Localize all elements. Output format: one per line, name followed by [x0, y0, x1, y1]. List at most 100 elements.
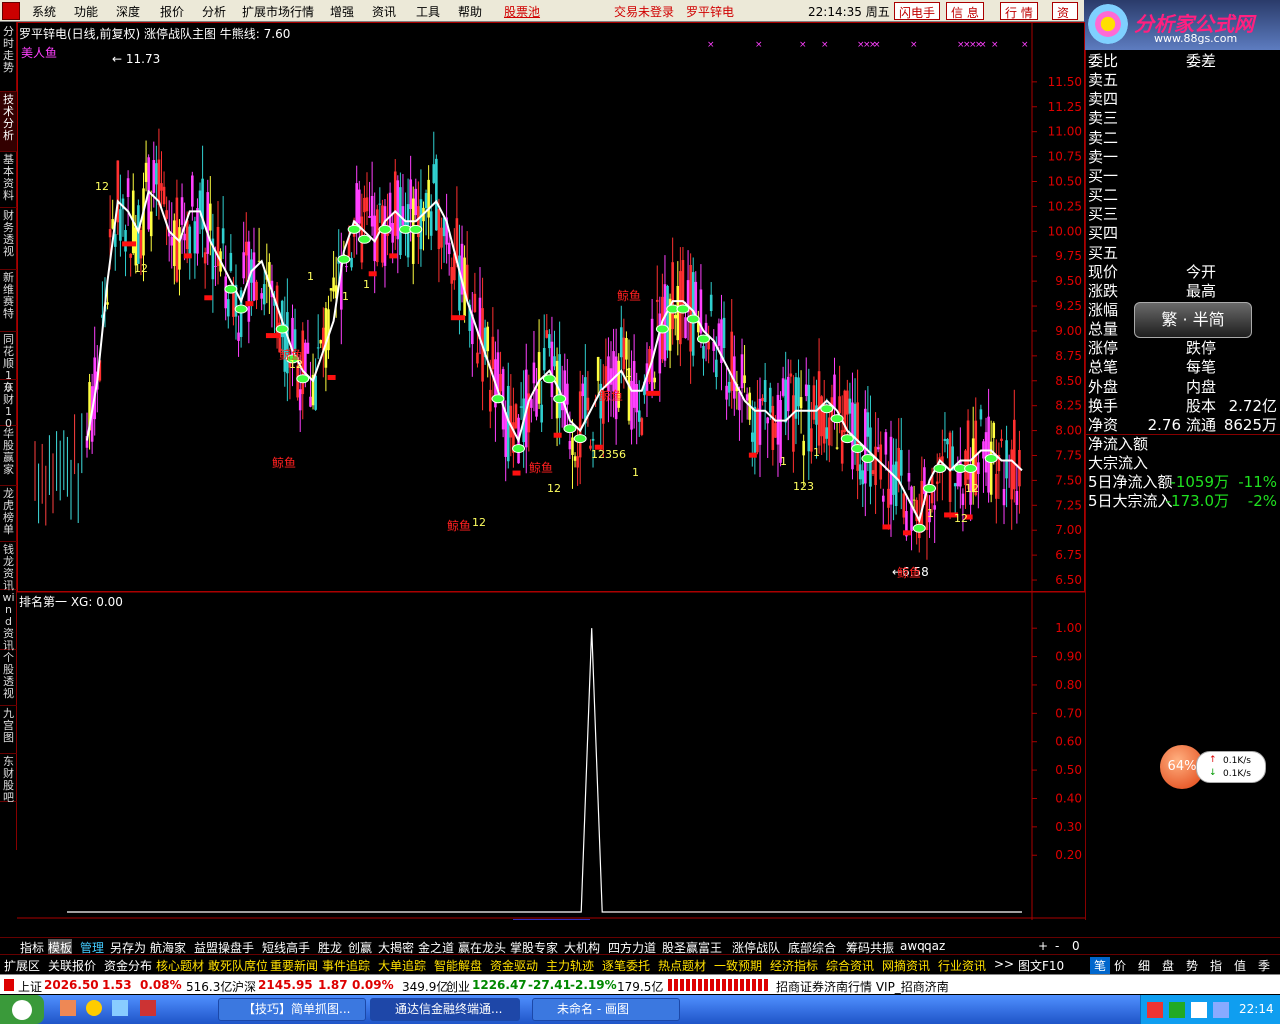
ext-tab-13[interactable]: 一致预期 — [714, 957, 762, 974]
taskbar-item-tips[interactable]: 【技巧】简单抓图... — [218, 998, 366, 1021]
ext-tab-18[interactable]: >> — [994, 957, 1014, 971]
menu-depth[interactable]: 深度 — [116, 3, 140, 20]
menu-function[interactable]: 功能 — [74, 3, 98, 20]
app-icon[interactable] — [140, 1000, 156, 1016]
right-view-tab-7[interactable]: 季 — [1258, 957, 1270, 974]
menu-tools[interactable]: 工具 — [416, 3, 440, 20]
tray-network-icon[interactable] — [1191, 1002, 1207, 1018]
indicator-tab-19[interactable]: awq — [900, 939, 925, 953]
right-view-tab-0[interactable]: 笔 — [1090, 957, 1111, 974]
left-tab-12[interactable]: 九宫图 — [0, 706, 17, 754]
quote-row: 涨跌 最高 — [1088, 282, 1279, 301]
signal-number-label: 12 — [134, 262, 148, 275]
market-button[interactable]: 行 情 — [1000, 2, 1038, 20]
flash-trade-button[interactable]: 闪电手 — [894, 2, 941, 20]
ext-tab-19[interactable]: 图文F10 — [1018, 957, 1064, 974]
qq-icon[interactable] — [86, 1000, 102, 1016]
right-view-tab-1[interactable]: 价 — [1114, 957, 1126, 974]
candle-body — [440, 227, 443, 248]
zoom-tab-2[interactable]: 0 — [1072, 939, 1080, 953]
ext-tab-17[interactable]: 行业资讯 — [938, 957, 986, 974]
ext-tab-16[interactable]: 网摘资讯 — [882, 957, 930, 974]
left-tab-10[interactable]: wind资讯 — [0, 590, 17, 652]
price-tick-label: 7.00 — [1055, 523, 1082, 537]
left-tab-2[interactable]: 基本资料 — [0, 152, 17, 208]
ext-tab-4[interactable]: 敢死队席位 — [208, 957, 268, 974]
ext-tab-0[interactable]: 扩展区 — [4, 957, 40, 974]
taskbar-item-paint[interactable]: 未命名 - 画图 — [532, 998, 680, 1021]
left-tab-1[interactable]: 技术分析 — [0, 92, 17, 152]
news-button[interactable]: 资 — [1052, 2, 1078, 20]
left-tab-3[interactable]: 财务透视 — [0, 208, 17, 270]
right-view-tab-5[interactable]: 指 — [1210, 957, 1222, 974]
tray-shield-icon[interactable] — [1169, 1002, 1185, 1018]
zoom-tab-0[interactable]: + — [1038, 939, 1048, 953]
hs-percent: 0.09% — [352, 978, 394, 992]
browser-icon[interactable] — [60, 1000, 76, 1016]
cy-label[interactable]: 创业 — [446, 978, 470, 995]
left-tab-0[interactable]: 分时走势 — [0, 24, 17, 92]
price-chart[interactable]: 11.5011.2511.0010.7510.5010.2510.009.759… — [17, 22, 1085, 920]
candle-body — [740, 354, 744, 389]
menu-help[interactable]: 帮助 — [458, 3, 482, 20]
candle-body — [144, 162, 148, 182]
menu-analysis[interactable]: 分析 — [202, 3, 226, 20]
ext-tab-9[interactable]: 资金驱动 — [490, 957, 538, 974]
hs-label[interactable]: 沪深 — [232, 978, 256, 995]
ext-tab-5[interactable]: 重要新闻 — [270, 957, 318, 974]
ext-tab-8[interactable]: 智能解盘 — [434, 957, 482, 974]
chart-area[interactable]: 11.50 11.25 11.00 10.75 10.50 10.25 10.00 9.75 9… — [17, 22, 1085, 920]
sh-label[interactable]: 上证 — [18, 978, 42, 995]
menu-news[interactable]: 资讯 — [372, 3, 396, 20]
menu-quote[interactable]: 报价 — [160, 3, 184, 20]
right-view-tab-6[interactable]: 值 — [1234, 957, 1246, 974]
right-view-tab-2[interactable]: 细 — [1138, 957, 1150, 974]
ext-tab-7[interactable]: 大单追踪 — [378, 957, 426, 974]
start-button[interactable] — [0, 995, 44, 1024]
quote-row: 涨停 跌停 — [1088, 339, 1279, 358]
right-view-tab-4[interactable]: 势 — [1186, 957, 1198, 974]
tray-s-icon[interactable] — [1147, 1002, 1163, 1018]
menu-system[interactable]: 系统 — [32, 3, 56, 20]
login-status[interactable]: 交易未登录 — [614, 3, 674, 20]
left-tab-13[interactable]: 东财股吧 — [0, 754, 17, 804]
candle-body — [316, 347, 320, 349]
menu-stock-pool[interactable]: 股票池 — [504, 3, 540, 20]
menu-enhance[interactable]: 增强 — [330, 3, 354, 20]
sub-chart-title: 排名第一 XG: 0.00 — [19, 595, 123, 609]
network-speed-widget[interactable]: 64% ↑ 0.1K/s ↓ 0.1K/s — [1160, 745, 1266, 789]
left-tab-6[interactable]: 东财10 — [0, 380, 17, 430]
ext-tab-6[interactable]: 事件追踪 — [322, 957, 370, 974]
ext-tab-2[interactable]: 资金分布 — [104, 957, 152, 974]
ext-tab-15[interactable]: 综合资讯 — [826, 957, 874, 974]
info-button[interactable]: 信 息 — [946, 2, 984, 20]
candle-body — [306, 342, 310, 354]
menu-extended-market[interactable]: 扩展市场行情 — [242, 3, 314, 20]
ext-tab-10[interactable]: 主力轨迹 — [546, 957, 594, 974]
indicator-tab-20[interactable]: qaz — [924, 939, 945, 953]
server-name[interactable]: 招商证券济南行情 VIP_招商济南 — [776, 978, 949, 995]
candle-body — [134, 227, 138, 266]
ext-tab-11[interactable]: 逐笔委托 — [602, 957, 650, 974]
candle-body — [825, 427, 829, 439]
zoom-tab-1[interactable]: - — [1055, 939, 1059, 953]
candle-body — [568, 441, 572, 450]
desktop-icon[interactable] — [112, 1000, 128, 1016]
left-tab-4[interactable]: 新维赛特 — [0, 270, 17, 332]
ext-tab-1[interactable]: 关联报价 — [48, 957, 96, 974]
ext-tab-14[interactable]: 经济指标 — [770, 957, 818, 974]
traditional-simplified-toggle[interactable]: 繁 · 半简 — [1134, 302, 1252, 338]
left-tab-11[interactable]: 个股透视 — [0, 650, 17, 706]
annotation-label: 鲸鱼 — [529, 460, 553, 475]
right-view-tab-3[interactable]: 盘 — [1162, 957, 1174, 974]
tray-volume-icon[interactable] — [1213, 1002, 1229, 1018]
left-tab-8[interactable]: 龙虎榜单 — [0, 486, 17, 542]
left-tab-9[interactable]: 钱龙资讯 — [0, 542, 17, 592]
taskbar-item-tdx[interactable]: 通达信金融终端通... — [370, 998, 520, 1021]
left-tab-5[interactable]: 同花顺10 — [0, 332, 17, 394]
left-tab-7[interactable]: 华股赢家 — [0, 426, 17, 486]
quote-label: 现价 — [1088, 262, 1119, 281]
candle-body — [571, 437, 574, 455]
ext-tab-3[interactable]: 核心题材 — [156, 957, 204, 974]
ext-tab-12[interactable]: 热点题材 — [658, 957, 706, 974]
